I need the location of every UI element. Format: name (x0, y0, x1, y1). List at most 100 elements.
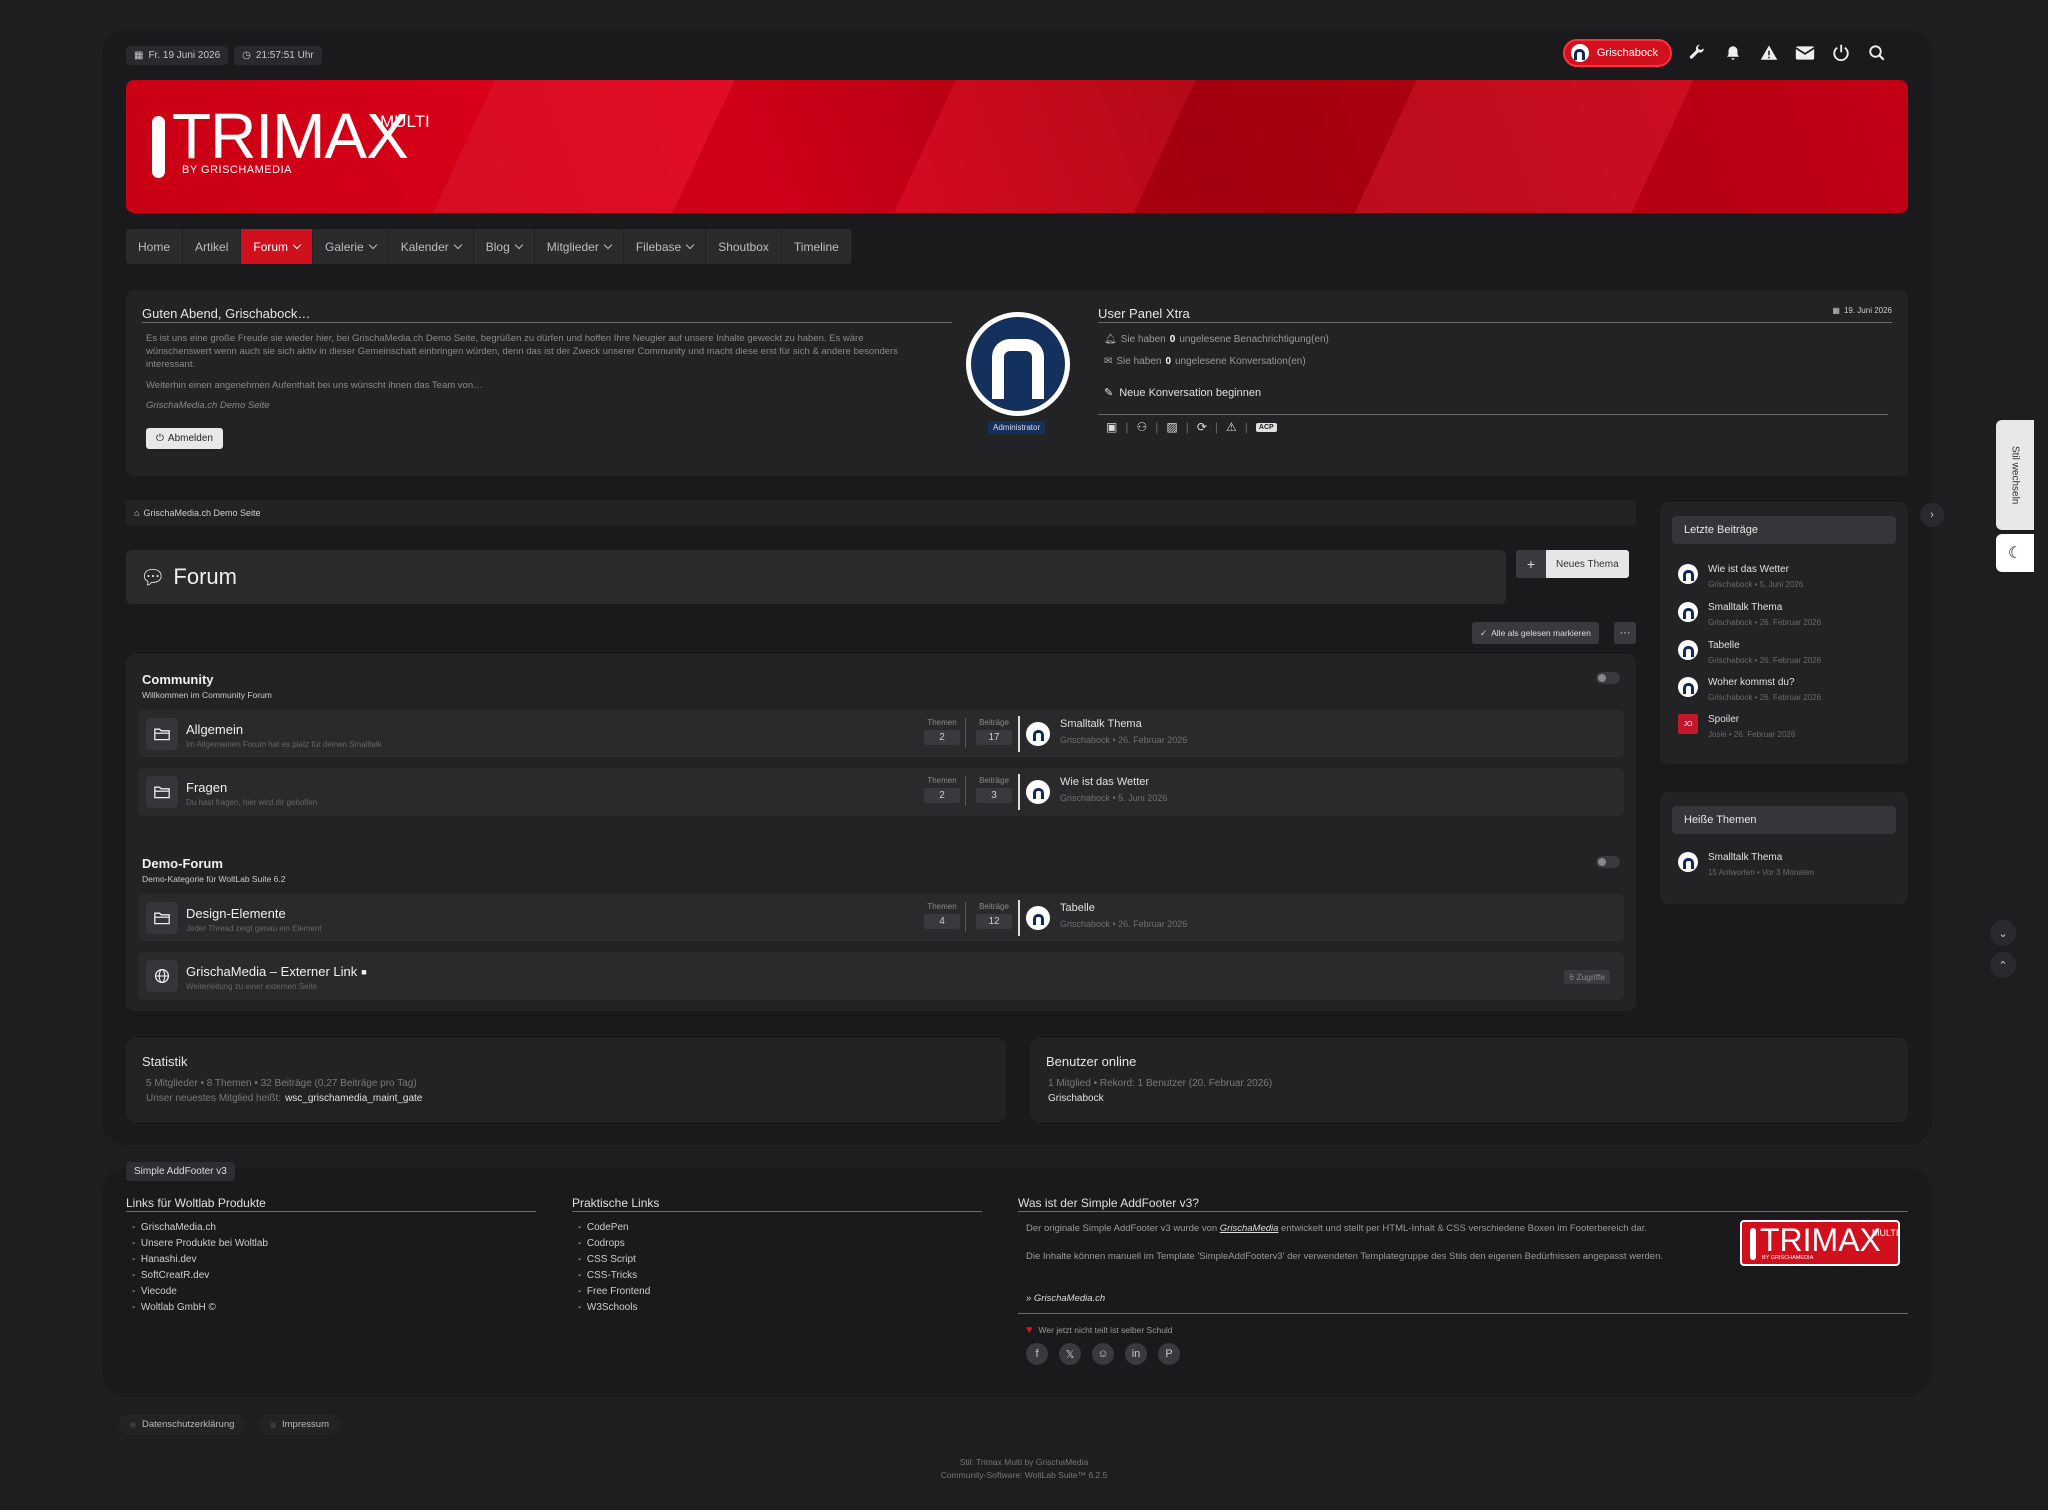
user-avatar[interactable] (966, 312, 1070, 416)
board-row[interactable]: Design-Elemente Jeder Thread zeigt genau… (138, 894, 1624, 942)
online-box: Benutzer online 1 Mitglied • Rekord: 1 B… (1030, 1038, 1908, 1122)
latest-post-item[interactable]: JO Spoiler Josie • 26. Februar 2026 (1678, 714, 1795, 739)
topics-stat: Themen 2 (924, 718, 960, 745)
avatar[interactable] (1026, 906, 1050, 930)
new-conversation-link[interactable]: ✎ Neue Konversation beginnen (1104, 386, 1261, 400)
userpanel-title: User Panel Xtra (1098, 306, 1190, 321)
nav-forum[interactable]: Forum (241, 229, 314, 264)
nav-galerie[interactable]: Galerie (313, 229, 389, 264)
imprint-link[interactable]: Impressum (258, 1414, 341, 1435)
welcome-title: Guten Abend, Grischabock… (142, 306, 311, 321)
avatar[interactable] (1026, 780, 1050, 804)
power-icon[interactable] (1830, 42, 1852, 64)
footer-link[interactable]: - CodePen (578, 1222, 650, 1233)
category-toggle[interactable] (1596, 856, 1620, 868)
board-row-external[interactable]: GrischaMedia – Externer Link ■ Weiterleit… (138, 952, 1624, 1000)
nav-home[interactable]: Home (126, 229, 184, 264)
category-title[interactable]: Community (142, 672, 214, 687)
header-banner[interactable]: TRIMAX MULTI BY GRISCHAMEDIA (126, 80, 1908, 213)
user-menu-button[interactable]: Grischabock (1562, 39, 1672, 67)
footer-link[interactable]: - Hanashi.dev (132, 1254, 268, 1265)
grischamedia-link[interactable]: GrischaMedia (1220, 1223, 1279, 1234)
mark-read-button[interactable]: ✓ Alle als gelesen markieren (1472, 622, 1599, 644)
users-icon[interactable]: ⚇ (1136, 420, 1147, 434)
chevron-right-icon[interactable]: › (1920, 503, 1944, 527)
category-toggle[interactable] (1596, 672, 1620, 684)
latest-post-item[interactable]: Wie ist das Wetter Grischabock • 5. Juni … (1678, 564, 1803, 589)
divider (1098, 322, 1892, 323)
acp-button[interactable]: ACP (1255, 422, 1277, 432)
avatar[interactable] (1026, 722, 1050, 746)
hot-topic-item[interactable]: Smalltalk Thema 15 Antworten • Vor 3 Mona… (1678, 852, 1814, 877)
scroll-down-icon[interactable]: ⌄ (1990, 920, 2016, 946)
category-title[interactable]: Demo-Forum (142, 856, 223, 871)
reddit-icon[interactable]: ☺ (1092, 1343, 1114, 1365)
breadcrumb-link[interactable]: GrischaMedia.ch Demo Seite (143, 508, 260, 518)
footer-link[interactable]: - CSS Script (578, 1254, 650, 1265)
search-icon[interactable] (1866, 42, 1888, 64)
newest-member-link[interactable]: wsc_grischamedia_maint_gate (285, 1093, 422, 1104)
last-post[interactable]: Tabelle Grischabock • 26. Februar 2026 (1060, 902, 1187, 929)
wrench-icon[interactable] (1686, 42, 1708, 64)
latest-post-item[interactable]: Tabelle Grischabock • 26. Februar 2026 (1678, 640, 1821, 665)
envelope-icon[interactable] (1794, 42, 1816, 64)
refresh-icon[interactable]: ⟳ (1197, 420, 1207, 434)
footer-link[interactable]: - Free Frontend (578, 1286, 650, 1297)
warning-icon[interactable] (1758, 42, 1780, 64)
nav-blog[interactable]: Blog (474, 229, 535, 264)
last-post[interactable]: Smalltalk Thema Grischabock • 26. Februar… (1060, 718, 1187, 745)
new-topic-button[interactable]: + Neues Thema (1516, 550, 1629, 578)
nav-shoutbox[interactable]: Shoutbox (706, 229, 782, 264)
pinterest-icon[interactable]: P (1158, 1343, 1180, 1365)
hits-badge: 6 Zugriffe (1564, 970, 1610, 984)
x-icon[interactable]: 𝕏 (1059, 1343, 1081, 1365)
footer-link[interactable]: - GrischaMedia.ch (132, 1222, 268, 1233)
nav-artikel[interactable]: Artikel (183, 229, 242, 264)
nav-filebase[interactable]: Filebase (624, 229, 707, 264)
style-credit[interactable]: Stil: Trimax Multi by GrischaMedia (0, 1456, 2048, 1469)
moon-icon[interactable]: ☾ (1996, 534, 2034, 572)
board-name[interactable]: Design-Elemente (186, 906, 286, 921)
board-row[interactable]: Fragen Du hast fragen, hier wird dir geh… (138, 768, 1624, 816)
warning-icon[interactable]: ⚠ (1226, 420, 1237, 434)
linkedin-icon[interactable]: in (1125, 1343, 1147, 1365)
board-desc: Weiterleitung zu einer externen Seite (186, 982, 318, 991)
footer-link[interactable]: - Viecode (132, 1286, 268, 1297)
welcome-text-2: Weiterhin einen angenehmen Aufenthalt be… (146, 380, 483, 391)
pencil-icon: ✎ (1104, 387, 1114, 399)
logout-button[interactable]: ⏻ Abmelden (146, 428, 223, 449)
board-name[interactable]: Fragen (186, 780, 227, 795)
footer-link[interactable]: - Woltlab GmbH © (132, 1302, 268, 1313)
divider (1018, 1313, 1908, 1314)
conversations-line[interactable]: ✉ Sie haben 0 ungelesene Konversation(en) (1104, 356, 1306, 367)
board-row[interactable]: Allgemein Im Allgemeinen Forum hat es pl… (138, 710, 1624, 758)
latest-post-item[interactable]: Woher kommst du? Grischabock • 26. Februa… (1678, 677, 1821, 702)
board-name[interactable]: GrischaMedia – Externer Link ■ (186, 964, 367, 979)
last-post[interactable]: Wie ist das Wetter Grischabock • 5. Juni … (1060, 776, 1167, 803)
divider (1098, 414, 1888, 415)
scroll-up-icon[interactable]: ⌃ (1990, 952, 2016, 978)
nav-kalender[interactable]: Kalender (389, 229, 474, 264)
more-options-button[interactable]: ··· (1614, 622, 1636, 644)
notifications-line[interactable]: 🔔︎ Sie haben 0 ungelesene Benachrichtigung… (1104, 334, 1329, 345)
style-switch-button[interactable]: Stil wechseln (1996, 420, 2034, 530)
footer-link[interactable]: - CSS-Tricks (578, 1270, 650, 1281)
image-icon[interactable]: ▨ (1166, 420, 1177, 434)
latest-post-item[interactable]: Smalltalk Thema Grischabock • 26. Februar… (1678, 602, 1821, 627)
board-name[interactable]: Allgemein (186, 722, 243, 737)
footer-logo[interactable]: TRIMAX MULTI BY GRISCHAMEDIA (1740, 1220, 1900, 1266)
privacy-link[interactable]: Datenschutzerklärung (118, 1414, 247, 1435)
footer-site-link[interactable]: » GrischaMedia.ch (1026, 1293, 1105, 1304)
bell-icon[interactable] (1722, 42, 1744, 64)
footer-link[interactable]: - SoftCreatR.dev (132, 1270, 268, 1281)
nav-mitglieder[interactable]: Mitglieder (535, 229, 624, 264)
footer-link[interactable]: - Codrops (578, 1238, 650, 1249)
footer-col1-title: Links für Woltlab Produkte (126, 1196, 266, 1210)
nav-timeline[interactable]: Timeline (782, 229, 852, 264)
online-user[interactable]: Grischabock (1048, 1093, 1104, 1104)
footer-link[interactable]: - Unsere Produkte bei Woltlab (132, 1238, 268, 1249)
software-credit[interactable]: Community-Software: WoltLab Suite™ 6.2.5 (0, 1469, 2048, 1482)
footer-link[interactable]: - W3Schools (578, 1302, 650, 1313)
id-card-icon[interactable]: ▣ (1106, 420, 1117, 434)
facebook-icon[interactable]: f (1026, 1343, 1048, 1365)
